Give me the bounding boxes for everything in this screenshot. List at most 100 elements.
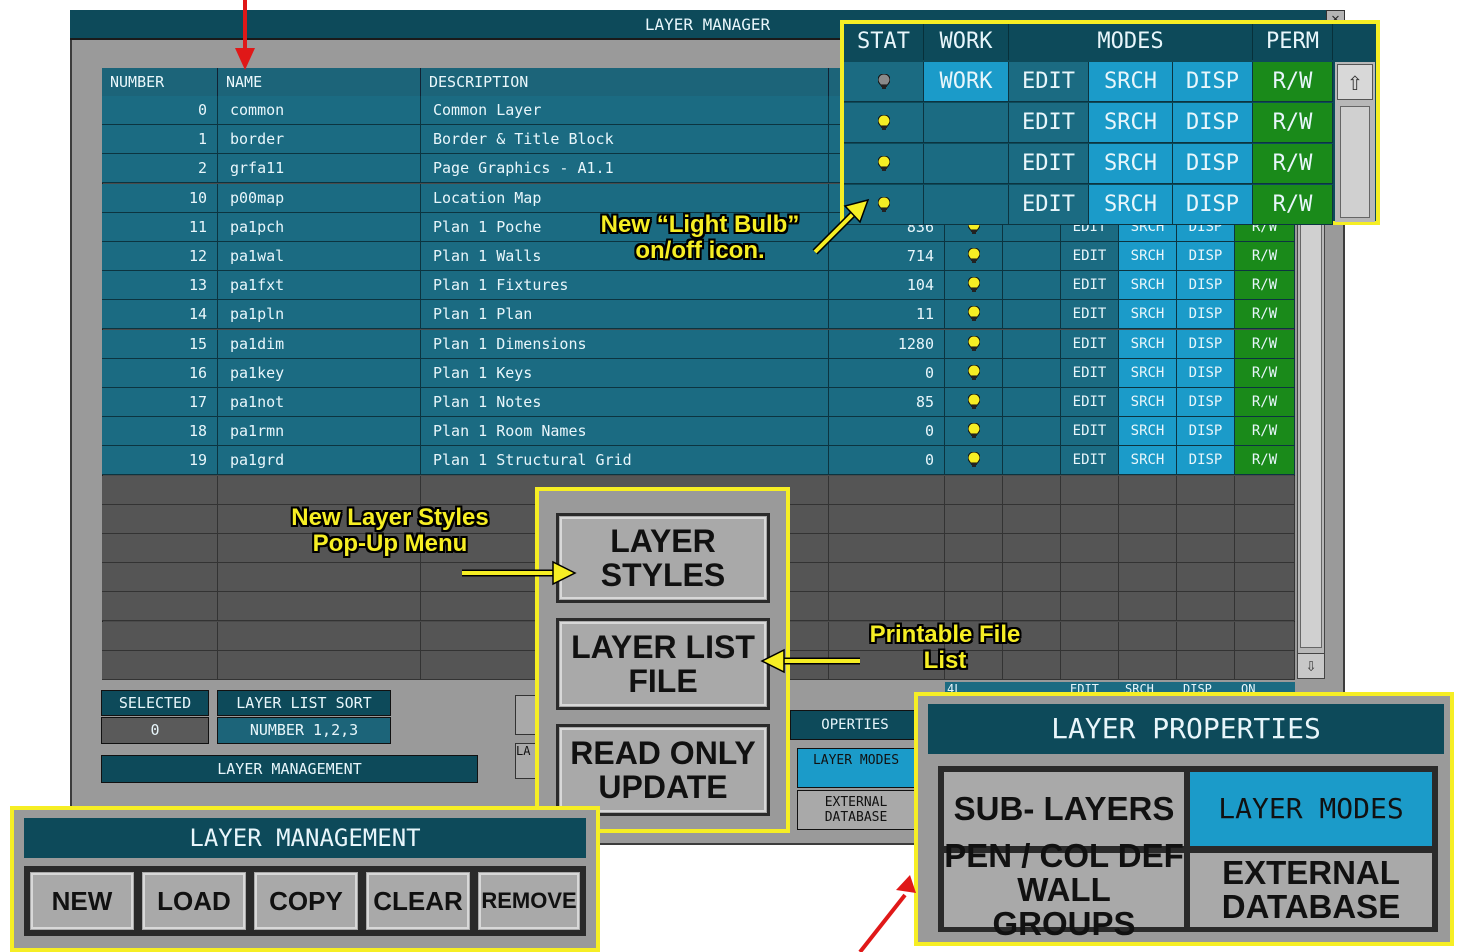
- callout-edit[interactable]: EDIT: [1009, 103, 1089, 143]
- callout-perm[interactable]: R/W: [1253, 185, 1333, 225]
- cell-edit[interactable]: EDIT: [1061, 358, 1119, 388]
- cell-srch[interactable]: SRCH: [1119, 300, 1177, 330]
- pen-col-def-button[interactable]: PEN / COL DEF WALL GROUPS: [942, 839, 1186, 941]
- callout-srch[interactable]: SRCH: [1089, 103, 1173, 143]
- table-row[interactable]: 14 pa1pln Plan 1 Plan 11 EDIT SRCH DISP R/W: [102, 300, 1295, 330]
- clear-layer-button[interactable]: CLEAR: [364, 870, 472, 932]
- callout-perm[interactable]: R/W: [1253, 103, 1333, 143]
- callout-edit[interactable]: EDIT: [1009, 185, 1089, 225]
- cell-srch[interactable]: SRCH: [1119, 242, 1177, 271]
- light-bulb-on-icon[interactable]: [945, 271, 1003, 301]
- cell-perm: [1235, 563, 1295, 593]
- callout-work[interactable]: [924, 103, 1009, 143]
- cell-srch[interactable]: SRCH: [1119, 446, 1177, 476]
- light-bulb-on-icon[interactable]: [945, 446, 1003, 476]
- layer-modes-button[interactable]: LAYER MODES: [1188, 770, 1434, 848]
- light-bulb-on-icon[interactable]: [945, 388, 1003, 417]
- cell-work[interactable]: [1003, 446, 1061, 476]
- cell-edit[interactable]: EDIT: [1061, 329, 1119, 359]
- column-header-number[interactable]: NUMBER: [102, 68, 218, 96]
- scroll-up-icon[interactable]: ⇧: [1337, 64, 1373, 100]
- callout-edit[interactable]: EDIT: [1009, 62, 1089, 102]
- table-row[interactable]: 17 pa1not Plan 1 Notes 85 EDIT SRCH DISP R/W: [102, 388, 1295, 417]
- cell-work[interactable]: [1003, 242, 1061, 271]
- light-bulb-on-icon[interactable]: [945, 329, 1003, 359]
- table-row[interactable]: 13 pa1fxt Plan 1 Fixtures 104 EDIT SRCH DISP R/…: [102, 271, 1295, 301]
- callout-light-bulb-on-icon[interactable]: [844, 144, 924, 184]
- cell-disp[interactable]: DISP: [1177, 242, 1235, 271]
- cell-perm[interactable]: R/W: [1235, 388, 1295, 417]
- new-layer-button[interactable]: NEW: [28, 870, 136, 932]
- cell-srch[interactable]: SRCH: [1119, 417, 1177, 447]
- light-bulb-on-icon[interactable]: [945, 358, 1003, 388]
- cell-edit[interactable]: EDIT: [1061, 271, 1119, 301]
- cell-srch[interactable]: SRCH: [1119, 329, 1177, 359]
- cell-work[interactable]: [1003, 329, 1061, 359]
- cell-work[interactable]: [1003, 388, 1061, 417]
- cell-perm[interactable]: R/W: [1235, 242, 1295, 271]
- callout-srch[interactable]: SRCH: [1089, 185, 1173, 225]
- cell-edit[interactable]: EDIT: [1061, 446, 1119, 476]
- callout-light-bulb-on-icon[interactable]: [844, 185, 924, 225]
- cell-disp[interactable]: DISP: [1177, 300, 1235, 330]
- callout-scrollbar-thumb[interactable]: [1340, 106, 1370, 218]
- callout-disp[interactable]: DISP: [1173, 144, 1253, 184]
- table-row[interactable]: 19 pa1grd Plan 1 Structural Grid 0 EDIT SRCH D…: [102, 446, 1295, 476]
- cell-perm[interactable]: R/W: [1235, 300, 1295, 330]
- layer-styles-button[interactable]: LAYER STYLES: [556, 513, 770, 603]
- scroll-down-icon[interactable]: ⇩: [1297, 653, 1325, 679]
- cell-work[interactable]: [1003, 358, 1061, 388]
- light-bulb-on-icon[interactable]: [945, 300, 1003, 330]
- layer-list-file-button[interactable]: LAYER LIST FILE: [556, 618, 770, 710]
- callout-disp[interactable]: DISP: [1173, 185, 1253, 225]
- column-header-name[interactable]: NAME: [218, 68, 421, 96]
- cell-work[interactable]: [1003, 417, 1061, 447]
- light-bulb-on-icon[interactable]: [945, 242, 1003, 271]
- table-row[interactable]: 15 pa1dim Plan 1 Dimensions 1280 EDIT SRCH DIS…: [102, 329, 1295, 359]
- callout-perm[interactable]: R/W: [1253, 144, 1333, 184]
- callout-work[interactable]: [924, 185, 1009, 225]
- cell-edit[interactable]: EDIT: [1061, 388, 1119, 417]
- cell-disp[interactable]: DISP: [1177, 329, 1235, 359]
- external-small[interactable]: EXTERNAL DATABASE: [797, 790, 915, 830]
- cell-perm[interactable]: R/W: [1235, 358, 1295, 388]
- copy-layer-button[interactable]: COPY: [252, 870, 360, 932]
- callout-edit[interactable]: EDIT: [1009, 144, 1089, 184]
- callout-light-bulb-on-icon[interactable]: [844, 103, 924, 143]
- sort-value[interactable]: NUMBER 1,2,3: [217, 717, 391, 744]
- layer-modes-small[interactable]: LAYER MODES: [797, 748, 915, 788]
- column-header-description[interactable]: DESCRIPTION: [421, 68, 829, 96]
- table-row[interactable]: 18 pa1rmn Plan 1 Room Names 0 EDIT SRCH DISP R/…: [102, 417, 1295, 447]
- read-only-update-button[interactable]: READ ONLY UPDATE: [556, 724, 770, 816]
- callout-srch[interactable]: SRCH: [1089, 62, 1173, 102]
- light-bulb-on-icon[interactable]: [945, 417, 1003, 447]
- cell-srch[interactable]: SRCH: [1119, 271, 1177, 301]
- external-database-button[interactable]: EXTERNAL DATABASE: [1188, 851, 1434, 929]
- callout-perm[interactable]: R/W: [1253, 62, 1333, 102]
- callout-disp[interactable]: DISP: [1173, 62, 1253, 102]
- cell-disp[interactable]: DISP: [1177, 417, 1235, 447]
- callout-light-bulb-off-icon[interactable]: [844, 62, 924, 102]
- cell-perm[interactable]: R/W: [1235, 271, 1295, 301]
- cell-disp[interactable]: DISP: [1177, 271, 1235, 301]
- load-layer-button[interactable]: LOAD: [140, 870, 248, 932]
- cell-perm[interactable]: R/W: [1235, 329, 1295, 359]
- cell-edit[interactable]: EDIT: [1061, 300, 1119, 330]
- cell-work[interactable]: [1003, 300, 1061, 330]
- remove-layer-button[interactable]: REMOVE: [476, 870, 582, 932]
- callout-work[interactable]: [924, 144, 1009, 184]
- cell-perm[interactable]: R/W: [1235, 446, 1295, 476]
- cell-srch[interactable]: SRCH: [1119, 388, 1177, 417]
- callout-work[interactable]: WORK: [924, 62, 1009, 102]
- cell-disp[interactable]: DISP: [1177, 358, 1235, 388]
- callout-disp[interactable]: DISP: [1173, 103, 1253, 143]
- cell-disp[interactable]: DISP: [1177, 446, 1235, 476]
- cell-work[interactable]: [1003, 271, 1061, 301]
- cell-perm[interactable]: R/W: [1235, 417, 1295, 447]
- cell-edit[interactable]: EDIT: [1061, 417, 1119, 447]
- cell-edit[interactable]: EDIT: [1061, 242, 1119, 271]
- cell-disp[interactable]: DISP: [1177, 388, 1235, 417]
- table-row[interactable]: 16 pa1key Plan 1 Keys 0 EDIT SRCH DISP R/W: [102, 358, 1295, 388]
- callout-srch[interactable]: SRCH: [1089, 144, 1173, 184]
- cell-srch[interactable]: SRCH: [1119, 358, 1177, 388]
